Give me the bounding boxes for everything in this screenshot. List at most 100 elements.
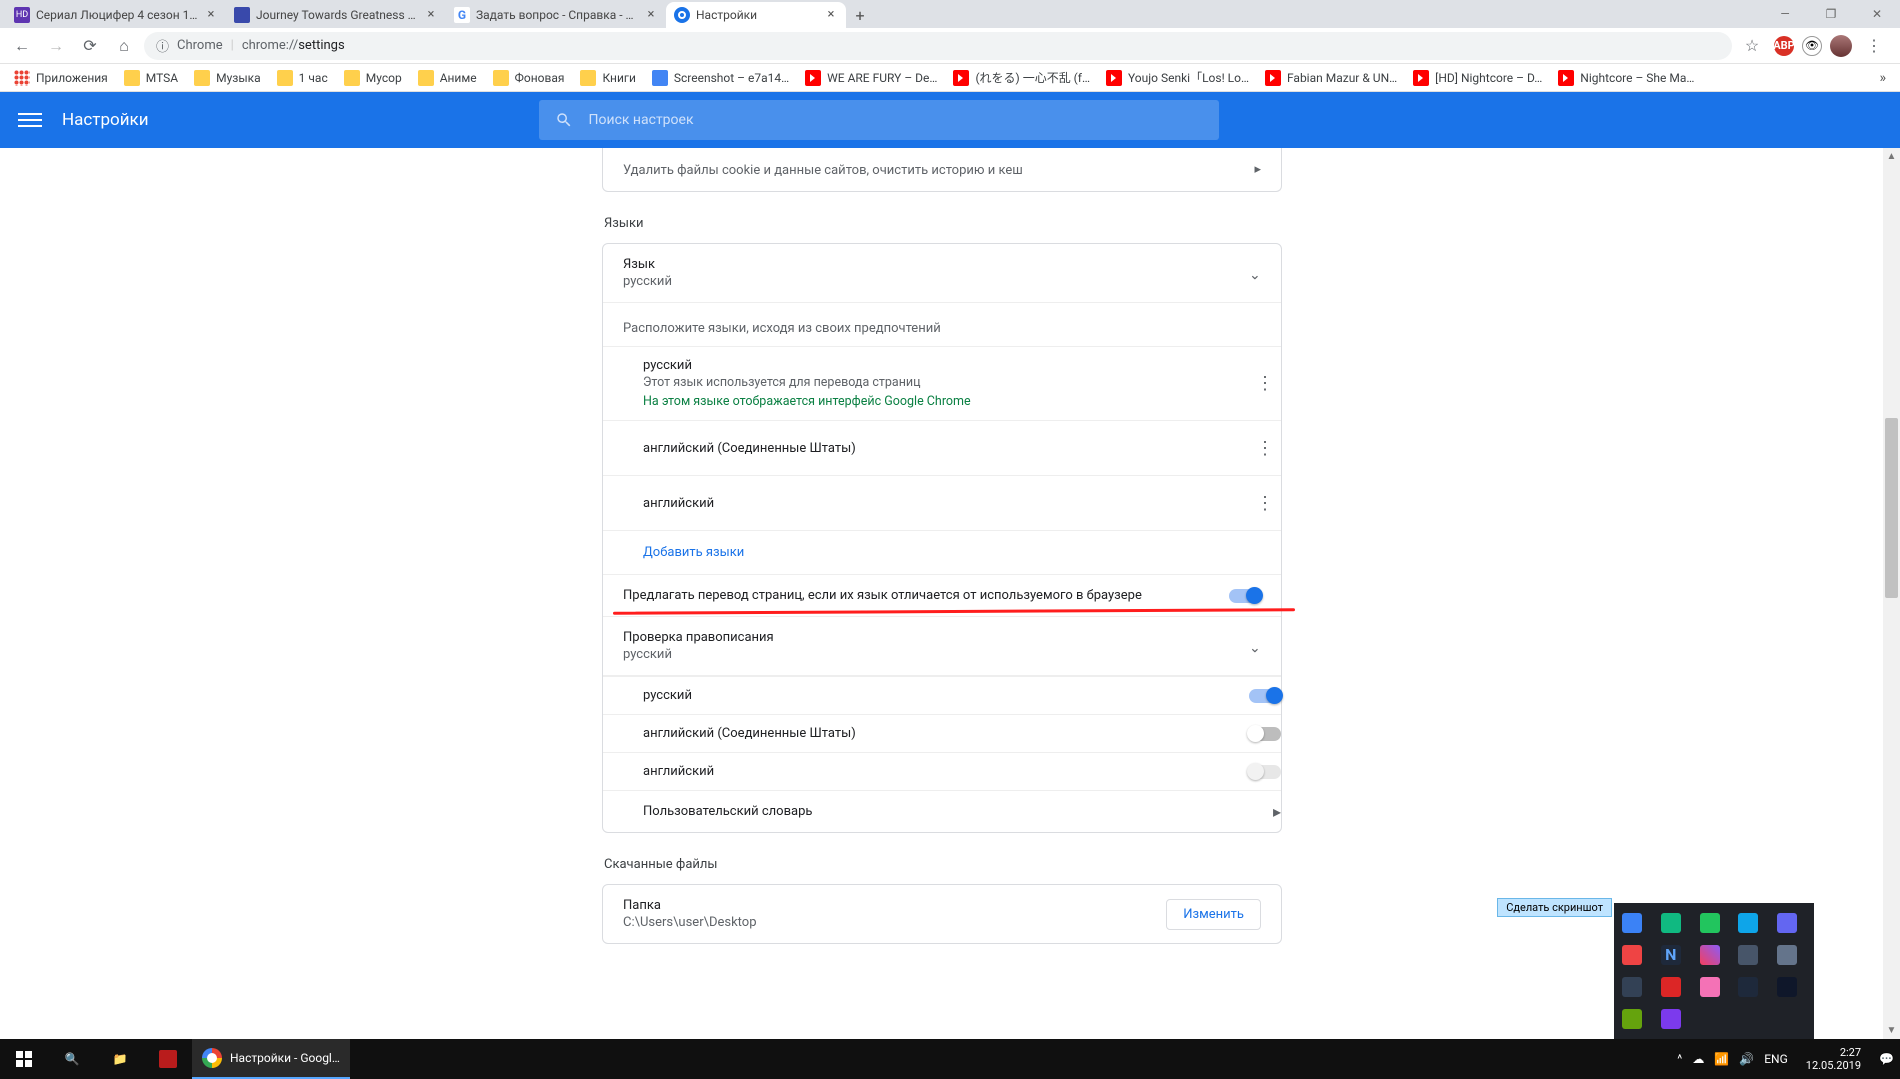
tray-icon[interactable] (1661, 913, 1681, 933)
bookmark-item[interactable]: MTSA (118, 66, 184, 90)
tab-4[interactable]: Настройки× (666, 2, 846, 28)
bookmark-apps[interactable]: Приложения (8, 66, 114, 90)
close-icon[interactable]: × (204, 8, 218, 22)
reload-button[interactable]: ⟳ (76, 32, 104, 60)
scroll-down-icon[interactable]: ▼ (1883, 1022, 1900, 1039)
youtube-icon (1413, 70, 1429, 86)
custom-dictionary-row[interactable]: Пользовательский словарь ▸ (603, 790, 1281, 832)
address-bar[interactable]: ⓘ Chrome | chrome://settings (144, 32, 1732, 60)
folder-icon (418, 70, 434, 86)
bookmark-item[interactable]: Фоновая (487, 66, 571, 90)
notifications-icon[interactable]: 💬 (1879, 1052, 1894, 1066)
tab-3[interactable]: GЗадать вопрос - Справка - Goo…× (446, 2, 666, 28)
minimize-button[interactable]: — (1762, 0, 1808, 28)
bookmark-item[interactable]: Fabian Mazur & UN… (1259, 66, 1403, 90)
close-window-button[interactable]: ✕ (1854, 0, 1900, 28)
tray-icon[interactable] (1622, 913, 1642, 933)
tray-icon[interactable] (1738, 945, 1758, 965)
search-placeholder: Поиск настроек (589, 112, 694, 128)
volume-icon[interactable]: 🔊 (1739, 1052, 1754, 1066)
languages-card: Языкрусский ⌃ Расположите языки, исходя … (602, 243, 1282, 833)
tray-icon[interactable] (1777, 977, 1797, 997)
close-icon[interactable]: × (824, 8, 838, 22)
url-chrome-label: Chrome (177, 38, 223, 53)
bluetooth-icon[interactable] (1738, 913, 1758, 933)
tray-icon[interactable] (1700, 977, 1720, 997)
nvidia-icon[interactable] (1622, 1009, 1642, 1029)
chrome-menu-button[interactable]: ⋮ (1860, 32, 1888, 60)
extension-icon[interactable]: 👁 (1802, 36, 1822, 56)
back-button[interactable]: ← (8, 32, 36, 60)
more-icon[interactable]: ⋮ (1249, 487, 1281, 519)
taskbar-chrome-app[interactable]: Настройки - Googl… (192, 1039, 350, 1079)
settings-search[interactable]: Поиск настроек (539, 100, 1219, 140)
search-icon (555, 111, 573, 129)
tray-icon[interactable] (1661, 1009, 1681, 1029)
tray-icon[interactable] (1700, 913, 1720, 933)
youtube-icon (953, 70, 969, 86)
language-header[interactable]: Языкрусский ⌃ (603, 244, 1281, 303)
profile-avatar[interactable] (1830, 35, 1852, 57)
bookmark-item[interactable]: Аниме (412, 66, 483, 90)
bookmark-item[interactable]: Nightcore – She Ma… (1552, 66, 1700, 90)
bookmark-star-icon[interactable]: ☆ (1738, 32, 1766, 60)
page-title: Настройки (62, 110, 149, 130)
site-info-icon[interactable]: ⓘ (156, 36, 169, 55)
bookmark-item[interactable]: Мусор (338, 66, 408, 90)
bookmark-item[interactable]: Музыка (188, 66, 267, 90)
menu-icon[interactable] (18, 108, 42, 132)
new-tab-button[interactable]: + (846, 2, 874, 28)
abp-extension-icon[interactable]: ABP (1774, 36, 1794, 56)
tray-icon[interactable] (1661, 977, 1681, 997)
tray-icon[interactable] (1777, 945, 1797, 965)
change-folder-button[interactable]: Изменить (1166, 899, 1261, 930)
close-icon[interactable]: × (424, 8, 438, 22)
file-explorer-icon[interactable]: 📁 (96, 1039, 144, 1079)
clear-data-row[interactable]: Удалить файлы cookie и данные сайтов, оч… (602, 148, 1282, 192)
bookmark-item[interactable]: Youjo Senki「Los! Lo… (1100, 65, 1255, 90)
bookmarks-overflow[interactable]: » (1873, 70, 1892, 86)
bookmark-item[interactable]: [HD] Nightcore – D… (1407, 66, 1548, 90)
more-icon[interactable]: ⋮ (1249, 368, 1281, 400)
onedrive-icon[interactable]: ☁ (1692, 1052, 1704, 1066)
tab-1[interactable]: HDСериал Люцифер 4 сезон 1-9,10× (6, 2, 226, 28)
more-icon[interactable]: ⋮ (1249, 432, 1281, 464)
tray-icon[interactable] (1777, 913, 1797, 933)
bookmark-item[interactable]: 1 час (271, 66, 334, 90)
scroll-up-icon[interactable]: ▲ (1883, 148, 1900, 165)
tray-icon[interactable]: N (1661, 945, 1681, 965)
forward-button[interactable]: → (42, 32, 70, 60)
start-button[interactable] (0, 1039, 48, 1079)
tab-2[interactable]: Journey Towards Greatness - Cha…× (226, 2, 446, 28)
youtube-icon (1265, 70, 1281, 86)
translate-toggle[interactable] (1229, 589, 1261, 603)
page-scrollbar[interactable]: ▲ ▼ (1883, 148, 1900, 1039)
language-item: английский ⋮ (603, 475, 1281, 530)
language-indicator[interactable]: ENG (1764, 1052, 1788, 1066)
spellcheck-toggle[interactable] (1249, 765, 1281, 779)
bookmark-item[interactable]: (れをる) 一心不乱 (f… (947, 65, 1096, 90)
bookmark-item[interactable]: Screenshot – e7a14… (646, 66, 795, 90)
taskbar-app-icon[interactable] (144, 1039, 192, 1079)
wifi-icon[interactable]: 📶 (1714, 1052, 1729, 1066)
folder-icon (344, 70, 360, 86)
spellcheck-toggle[interactable] (1249, 727, 1281, 741)
tray-icon[interactable] (1622, 945, 1642, 965)
chevron-up-icon: ⌃ (1249, 265, 1261, 281)
steam-icon[interactable] (1738, 977, 1758, 997)
clock[interactable]: 2:2712.05.2019 (1798, 1046, 1869, 1072)
home-button[interactable]: ⌂ (110, 32, 138, 60)
scroll-thumb[interactable] (1885, 418, 1898, 598)
search-button[interactable]: 🔍 (48, 1039, 96, 1079)
bookmark-item[interactable]: Книги (574, 66, 641, 90)
spellcheck-header[interactable]: Проверка правописаниярусский ⌃ (603, 617, 1281, 676)
steelseries-icon[interactable] (1622, 977, 1642, 997)
maximize-button[interactable]: ❐ (1808, 0, 1854, 28)
close-icon[interactable]: × (644, 8, 658, 22)
tray-icon[interactable] (1700, 945, 1720, 965)
bookmark-item[interactable]: WE ARE FURY – De… (799, 66, 943, 90)
folder-icon (277, 70, 293, 86)
spellcheck-toggle[interactable] (1249, 689, 1281, 703)
add-language-link[interactable]: Добавить языки (603, 530, 1281, 574)
tray-expand-icon[interactable]: ^ (1677, 1052, 1682, 1066)
